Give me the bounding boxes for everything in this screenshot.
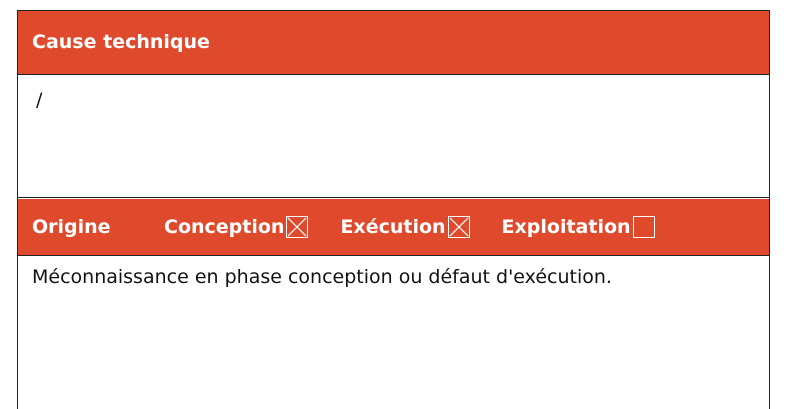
- origine-header: Origine Conception Exécution Exploitatio…: [18, 199, 769, 255]
- option-exploitation-label: Exploitation: [501, 216, 631, 238]
- origine-description: Méconnaissance en phase conception ou dé…: [32, 266, 612, 288]
- option-conception: Conception: [164, 216, 309, 238]
- checkbox-conception[interactable]: [286, 216, 309, 238]
- cause-technique-header: Cause technique: [18, 11, 769, 74]
- checkbox-execution[interactable]: [447, 216, 470, 238]
- origine-content: Méconnaissance en phase conception ou dé…: [18, 255, 769, 409]
- option-conception-label: Conception: [164, 216, 285, 238]
- checked-x-icon: [449, 217, 469, 237]
- checkbox-exploitation[interactable]: [632, 216, 655, 238]
- cause-technique-title: Cause technique: [32, 31, 210, 53]
- checked-x-icon: [287, 217, 307, 237]
- option-exploitation: Exploitation: [502, 216, 655, 238]
- cause-technique-content: /: [18, 74, 769, 198]
- option-execution: Exécution: [340, 216, 470, 238]
- origine-label: Origine: [32, 216, 111, 238]
- cause-origin-table: Cause technique / Origine Conception Exé…: [17, 10, 770, 409]
- option-execution-label: Exécution: [340, 216, 446, 238]
- cause-technique-value: /: [36, 89, 43, 111]
